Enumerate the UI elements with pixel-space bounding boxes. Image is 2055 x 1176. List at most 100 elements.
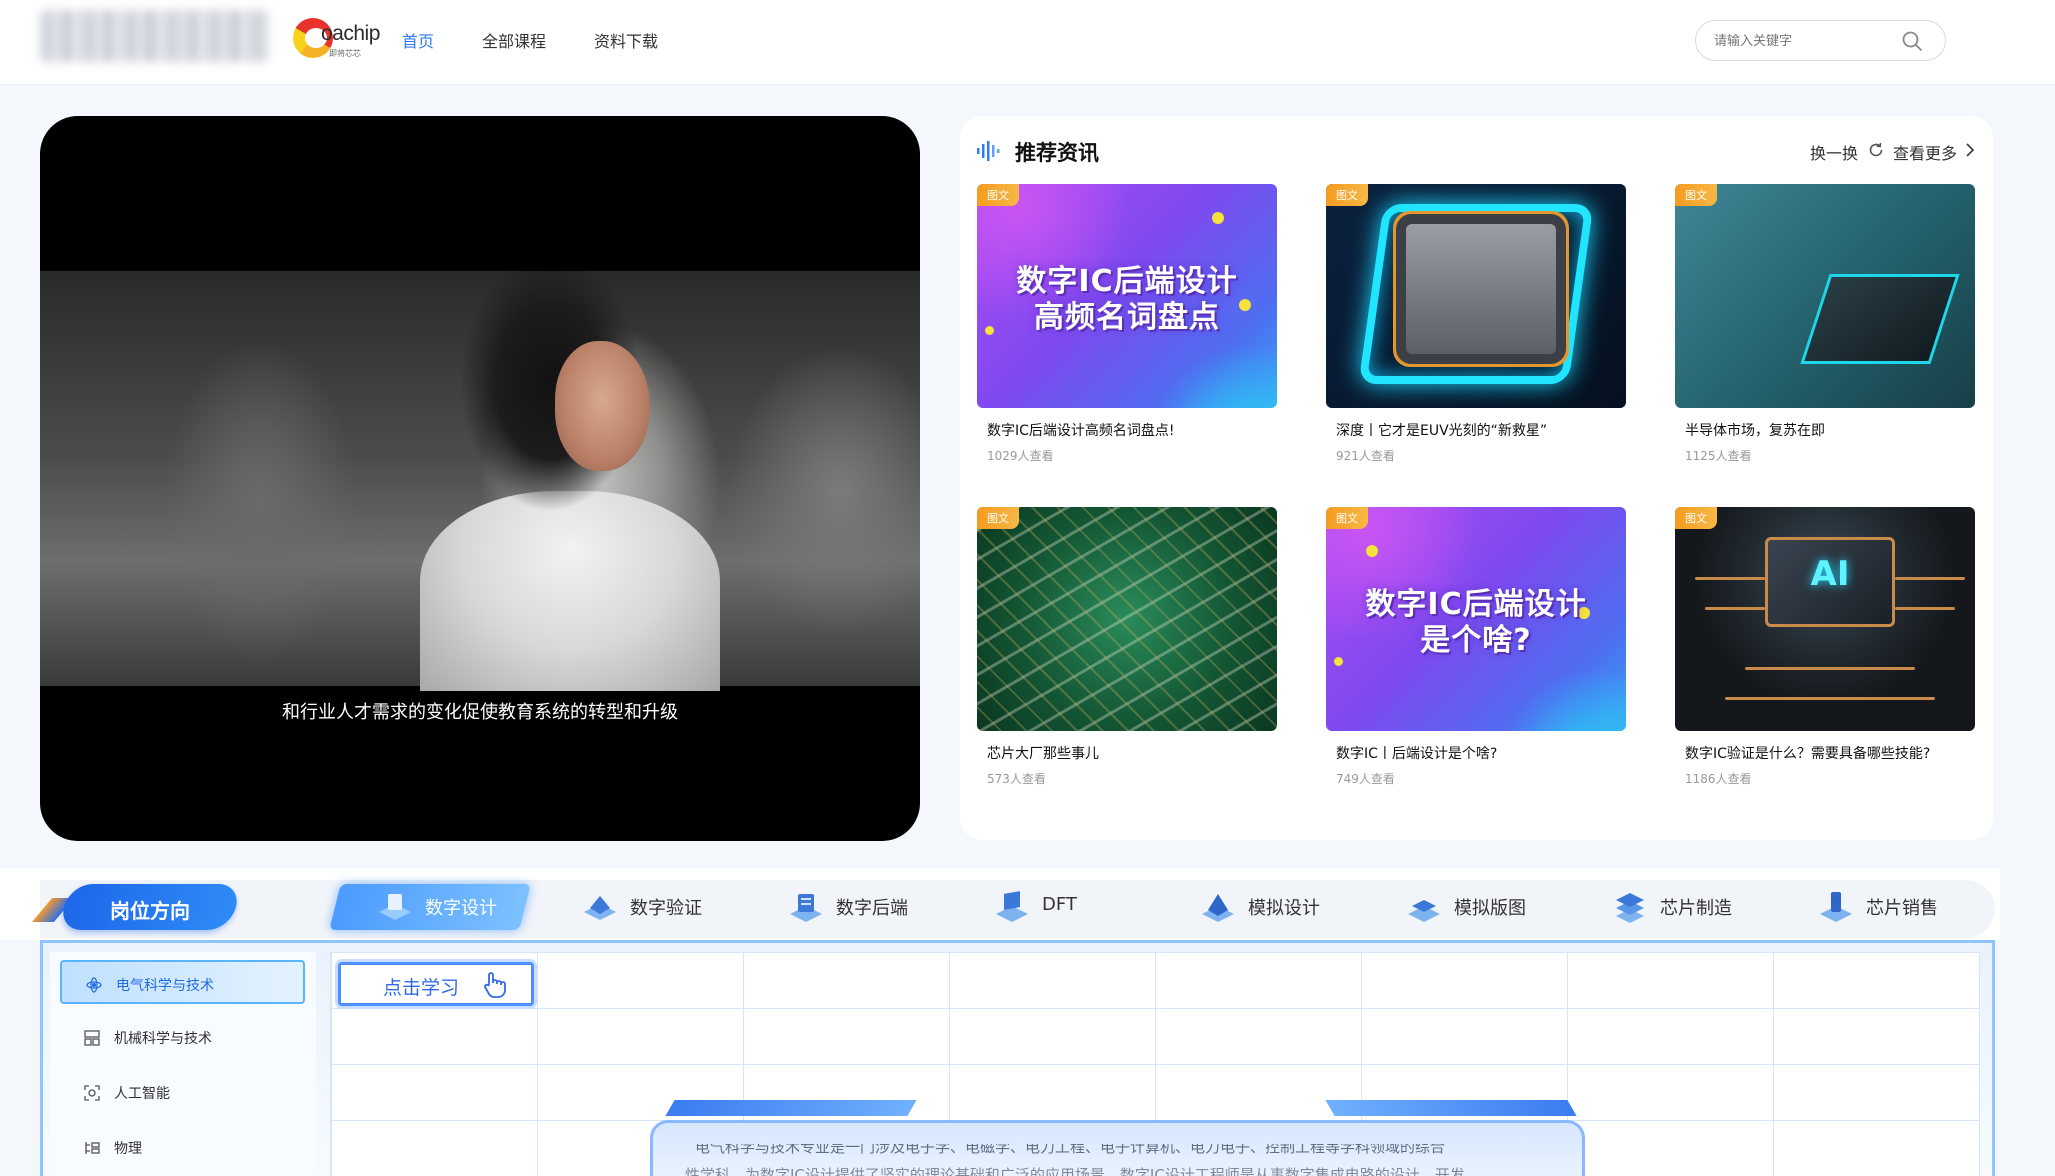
search-icon[interactable]	[1901, 30, 1923, 52]
circuit-trace	[1705, 607, 1765, 610]
news-card[interactable]: AI 图文 数字IC验证是什么？需要具备哪些技能? 1186人查看	[1675, 507, 1975, 797]
manufacturing-icon	[1616, 893, 1644, 923]
tab-chip-sales[interactable]: 芯片销售	[1776, 884, 1966, 930]
list-icon	[85, 1142, 100, 1154]
tab-analog-layout[interactable]: 模拟版图	[1364, 884, 1554, 930]
ai-chip-image: AI	[1765, 537, 1895, 627]
news-card-views: 921人查看	[1336, 449, 1395, 463]
chevron-right-icon[interactable]	[1964, 142, 1976, 158]
news-card-title[interactable]: 数字IC丨后端设计是个啥?	[1336, 743, 1497, 763]
nav-home[interactable]: 首页	[402, 28, 434, 52]
news-card-views: 1186人查看	[1685, 772, 1752, 786]
video-subtitle: 和行业人才需求的变化促使教育系统的转型和升级	[282, 702, 678, 723]
ai-chip-label: AI	[1810, 554, 1850, 594]
chip-image	[1406, 224, 1556, 354]
verification-icon	[584, 896, 616, 920]
tab-digital-backend[interactable]: 数字后端	[746, 884, 936, 930]
news-card-views: 749人查看	[1336, 772, 1395, 786]
news-section-title: 推荐资讯	[1015, 141, 1099, 165]
backend-icon	[790, 894, 822, 922]
analog-design-icon	[1202, 894, 1234, 922]
click-to-learn-button[interactable]: 点击学习	[338, 962, 534, 1006]
tab-label: DFT	[1042, 894, 1077, 915]
brand-subtitle: 即将芯芯	[329, 49, 361, 58]
frame-decor-left	[665, 1100, 917, 1116]
view-more-link[interactable]: 查看更多	[1893, 140, 1957, 164]
circuit-trace	[1895, 577, 1965, 580]
major-item-physics[interactable]: 物理	[60, 1125, 305, 1169]
search-box	[1695, 20, 1946, 61]
news-card-views: 573人查看	[987, 772, 1046, 786]
nav-all-courses[interactable]: 全部课程	[482, 28, 546, 52]
tab-digital-verification[interactable]: 数字验证	[540, 884, 730, 930]
search-input[interactable]	[1714, 31, 1894, 51]
tab-analog-design[interactable]: 模拟设计	[1158, 884, 1348, 930]
thumbnail-headline: 高频名词盘点	[1034, 300, 1220, 335]
dft-icon	[996, 891, 1028, 922]
tab-chip-manufacturing[interactable]: 芯片制造	[1570, 884, 1760, 930]
video-subject-face	[555, 341, 650, 471]
news-card-title[interactable]: 芯片大厂那些事儿	[987, 743, 1099, 763]
scan-icon	[84, 1085, 100, 1101]
tab-digital-design[interactable]: 数字设计	[329, 884, 531, 930]
analog-layout-icon	[1408, 900, 1440, 922]
pointer-hand-icon	[484, 972, 506, 998]
news-card[interactable]: 图文 半导体市场，复苏在即 1125人查看	[1675, 184, 1975, 474]
content-type-tag: 图文	[1326, 184, 1368, 206]
refresh-icon[interactable]	[1867, 141, 1885, 159]
news-card[interactable]: 数字IC后端设计 高频名词盘点 图文 数字IC后端设计高频名词盘点! 1029人…	[977, 184, 1277, 474]
recommended-news-panel: 推荐资讯 换一换 查看更多 数字IC后端设计 高频名词盘点 图文 数字IC后端设…	[960, 116, 1993, 840]
major-label: 人工智能	[114, 1086, 170, 1102]
tab-label: 数字验证	[630, 898, 702, 919]
nav-downloads[interactable]: 资料下载	[594, 28, 658, 52]
news-card[interactable]: 图文 芯片大厂那些事儿 573人查看	[977, 507, 1277, 797]
content-type-tag: 图文	[977, 507, 1019, 529]
news-card-views: 1029人查看	[987, 449, 1054, 463]
news-thumbnail: 图文	[1326, 184, 1626, 408]
brand-wordmark: oachip	[321, 22, 380, 45]
major-label: 机械科学与技术	[114, 1031, 212, 1047]
major-label: 物理	[114, 1141, 142, 1157]
news-card-title[interactable]: 深度丨它才是EUV光刻的“新救星”	[1336, 420, 1547, 440]
major-item-mechanical[interactable]: 机械科学与技术	[60, 1015, 305, 1059]
news-card[interactable]: 图文 深度丨它才是EUV光刻的“新救星” 921人查看	[1326, 184, 1626, 474]
major-label: 电气科学与技术	[116, 978, 214, 994]
circuit-trace	[1895, 607, 1955, 610]
content-type-tag: 图文	[977, 184, 1019, 206]
content-type-tag: 图文	[1326, 507, 1368, 529]
major-item-ai[interactable]: 人工智能	[60, 1070, 305, 1114]
circuit-trace	[1695, 577, 1765, 580]
job-direction-title: 岗位方向	[110, 899, 190, 923]
news-thumbnail: 图文	[1675, 184, 1975, 408]
sound-wave-icon	[977, 141, 1000, 161]
circuit-trace	[1725, 697, 1935, 700]
major-description-card: 电气科学与技术专业是一门涉及电子学、电磁学、电力工程、电子计算机、电力电子、控制…	[650, 1100, 1585, 1176]
refresh-news-button[interactable]: 换一换	[1810, 140, 1858, 164]
news-thumbnail: 数字IC后端设计 是个啥? 图文	[1326, 507, 1626, 731]
tab-label: 芯片销售	[1866, 898, 1938, 919]
tab-label: 芯片制造	[1660, 898, 1732, 919]
thumbnail-headline: 是个啥?	[1420, 623, 1532, 658]
tab-dft[interactable]: DFT	[952, 884, 1142, 930]
decor-dot	[1366, 545, 1378, 557]
news-card-title[interactable]: 数字IC后端设计高频名词盘点!	[987, 420, 1175, 440]
video-player[interactable]: 和行业人才需求的变化促使教育系统的转型和升级	[40, 116, 920, 841]
chip-design-icon	[379, 894, 411, 920]
news-card[interactable]: 数字IC后端设计 是个啥? 图文 数字IC丨后端设计是个啥? 749人查看	[1326, 507, 1626, 797]
main-nav: 首页 全部课程 资料下载	[402, 28, 706, 52]
video-frame	[40, 271, 920, 691]
coachip-logo[interactable]: oachip 即将芯芯	[293, 18, 385, 60]
decor-dot	[1212, 212, 1224, 224]
news-card-title[interactable]: 数字IC验证是什么？需要具备哪些技能?	[1685, 743, 1930, 763]
major-item-electrical[interactable]: 电气科学与技术	[60, 960, 305, 1004]
news-thumbnail: AI 图文	[1675, 507, 1975, 731]
video-subject-shirt	[420, 491, 720, 691]
major-sidebar: 电气科学与技术 机械科学与技术 人工智能 物理	[50, 952, 316, 1176]
atom-icon	[86, 977, 102, 993]
tab-label: 模拟版图	[1454, 898, 1526, 919]
news-card-title[interactable]: 半导体市场，复苏在即	[1685, 420, 1825, 440]
major-description-line: 性学科，为数字IC设计提供了坚实的理论基础和广泛的应用场景。数字IC设计工程师是…	[685, 1166, 1465, 1176]
content-type-tag: 图文	[1675, 184, 1717, 206]
news-thumbnail: 数字IC后端设计 高频名词盘点 图文	[977, 184, 1277, 408]
learn-button-label: 点击学习	[383, 977, 460, 999]
